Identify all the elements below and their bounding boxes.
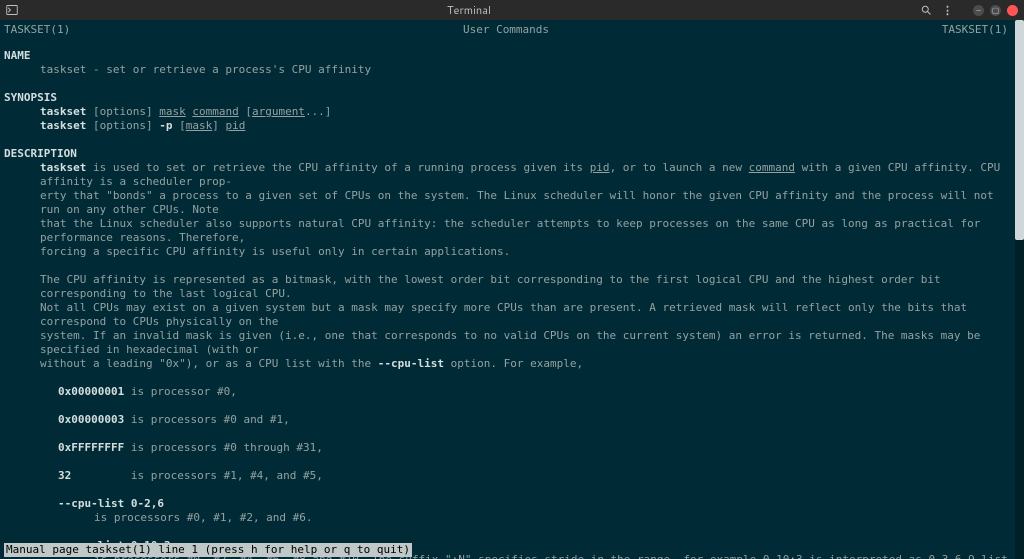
- man-header: TASKSET(1) User Commands TASKSET(1): [4, 23, 1020, 37]
- desc-para2-l1: The CPU affinity is represented as a bit…: [4, 273, 1020, 301]
- menu-icon[interactable]: ⋮: [942, 2, 953, 18]
- search-icon[interactable]: [920, 4, 932, 16]
- synopsis-line-1: taskset [options] mask command [argument…: [4, 105, 1020, 119]
- man-header-left: TASKSET(1): [4, 23, 70, 37]
- window-title: Terminal: [18, 2, 920, 18]
- desc-ex4: 32 is processors #1, #4, and #5,: [4, 469, 1020, 483]
- man-header-center: User Commands: [463, 23, 549, 37]
- section-name: NAME: [4, 49, 1020, 63]
- desc-para1-l3: that the Linux scheduler also supports n…: [4, 217, 1020, 245]
- scrollbar[interactable]: [1015, 20, 1024, 559]
- close-button[interactable]: [1007, 5, 1018, 16]
- desc-para1-l4: forcing a specific CPU affinity is usefu…: [4, 245, 1020, 259]
- name-line: taskset - set or retrieve a process's CP…: [4, 63, 1020, 77]
- pager-status-line: Manual page taskset(1) line 1 (press h f…: [4, 543, 412, 557]
- scrollbar-thumb[interactable]: [1015, 20, 1024, 240]
- desc-para1-l1: taskset is used to set or retrieve the C…: [4, 161, 1020, 189]
- desc-ex5-key: --cpu-list 0-2,6: [4, 497, 1020, 511]
- desc-para2-l2: Not all CPUs may exist on a given system…: [4, 301, 1020, 329]
- desc-ex2: 0x00000003 is processors #0 and #1,: [4, 413, 1020, 427]
- synopsis-line-2: taskset [options] -p [mask] pid: [4, 119, 1020, 133]
- section-description: DESCRIPTION: [4, 147, 1020, 161]
- terminal-viewport[interactable]: TASKSET(1) User Commands TASKSET(1) NAME…: [0, 20, 1024, 559]
- window-titlebar: Terminal ⋮ – ▢: [0, 0, 1024, 20]
- terminal-app-icon: [6, 4, 18, 16]
- desc-para1-l2: erty that "bonds" a process to a given s…: [4, 189, 1020, 217]
- desc-para2-l4: without a leading "0x"), or as a CPU lis…: [4, 357, 1020, 371]
- maximize-button[interactable]: ▢: [990, 5, 1001, 16]
- man-header-right: TASKSET(1): [942, 23, 1020, 37]
- desc-ex5-val: is processors #0, #1, #2, and #6.: [4, 511, 1020, 525]
- section-synopsis: SYNOPSIS: [4, 91, 1020, 105]
- desc-para2-l3: system. If an invalid mask is given (i.e…: [4, 329, 1020, 357]
- desc-ex1: 0x00000001 is processor #0,: [4, 385, 1020, 399]
- desc-ex3: 0xFFFFFFFF is processors #0 through #31,: [4, 441, 1020, 455]
- minimize-button[interactable]: –: [973, 5, 984, 16]
